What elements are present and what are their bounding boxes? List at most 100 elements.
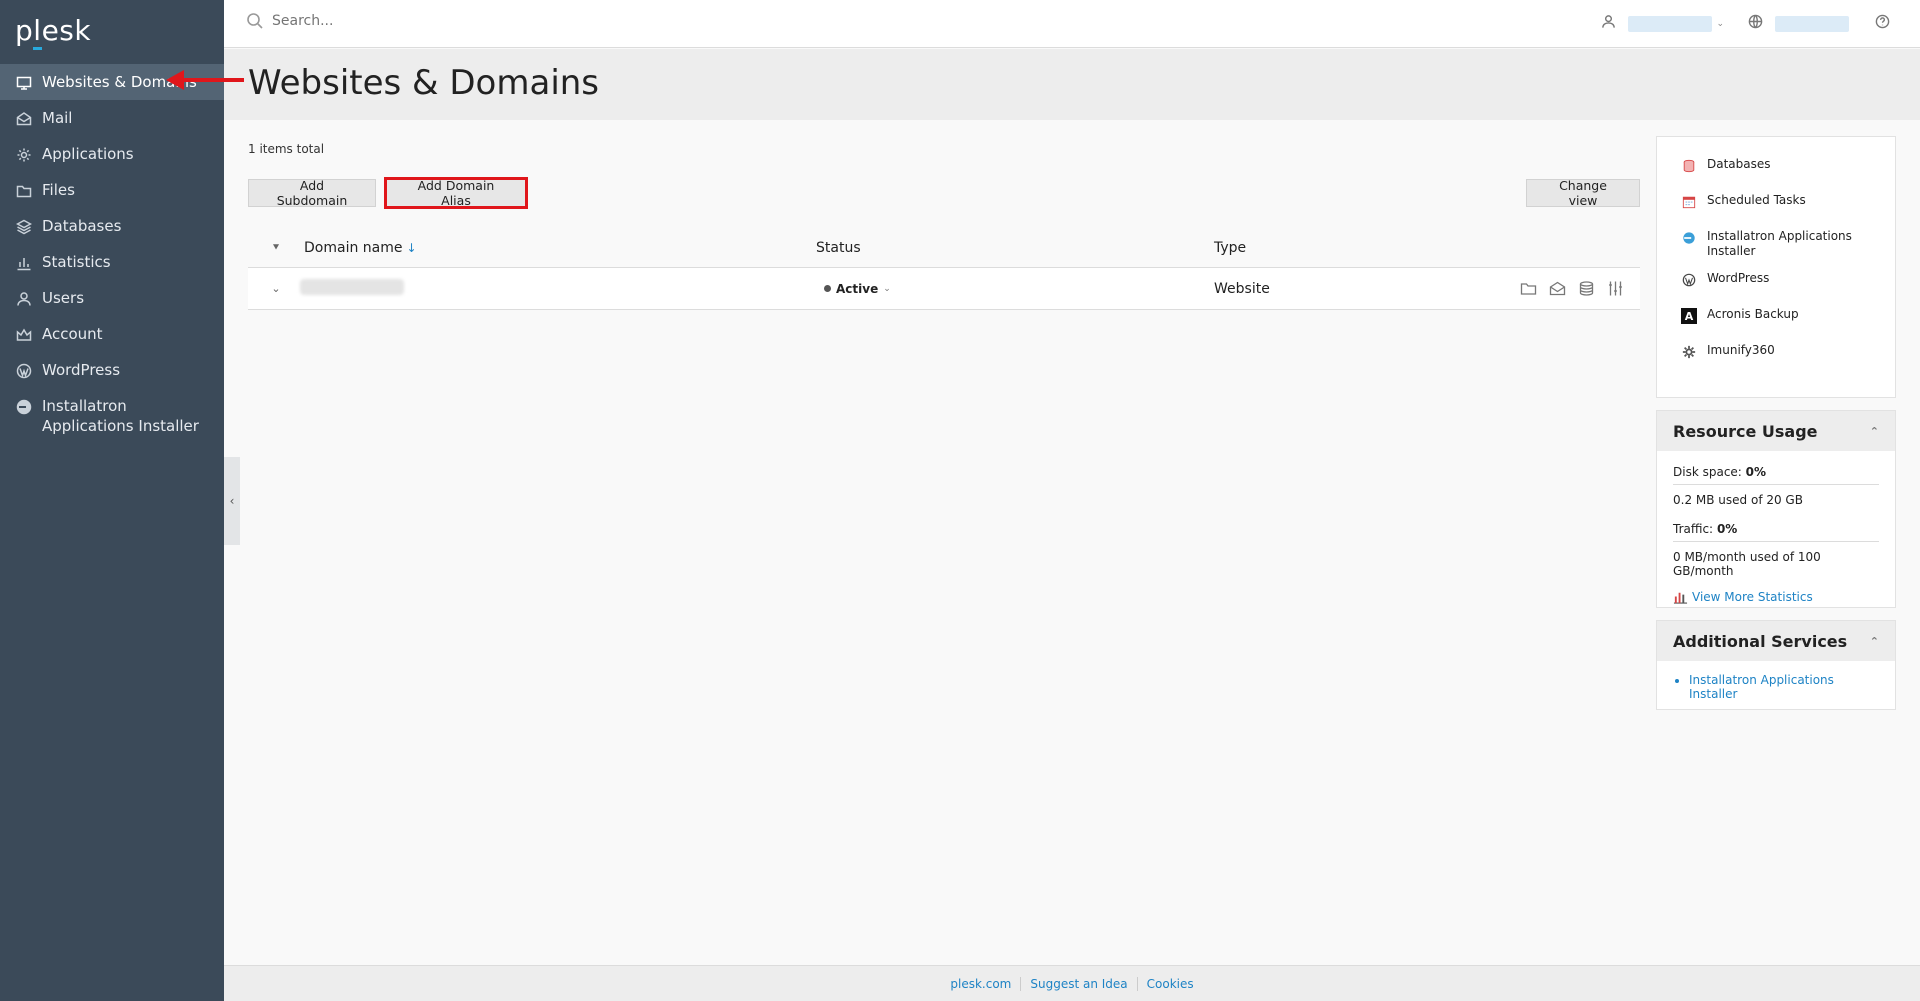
mail-icon <box>15 110 33 128</box>
sort-down-icon: ↓ <box>406 240 417 255</box>
expand-all-icon[interactable]: ⯆ <box>248 241 304 255</box>
sidebar-item-users[interactable]: Users <box>0 280 224 316</box>
chevron-up-icon[interactable]: ⌃ <box>1870 635 1879 648</box>
gear-icon <box>15 146 33 164</box>
topbar-right: ⌄ <box>1601 14 1890 33</box>
tool-label: Installatron Applications Installer <box>1707 229 1852 258</box>
sidebar-collapse-handle[interactable]: ‹ <box>224 457 240 545</box>
plesk-logo[interactable]: plesk <box>0 0 224 64</box>
traffic-value: 0% <box>1716 522 1738 536</box>
search-input[interactable] <box>272 13 572 29</box>
type-cell: Website <box>1214 280 1270 297</box>
database-icon[interactable] <box>1578 280 1595 297</box>
folder-icon[interactable] <box>1520 280 1537 297</box>
sidebar-item-databases[interactable]: Databases <box>0 208 224 244</box>
add-subdomain-button[interactable]: Add Subdomain <box>248 178 376 208</box>
status-label: Active <box>836 281 879 296</box>
disk-space-value: 0% <box>1745 465 1767 479</box>
add-domain-alias-button[interactable]: Add Domain Alias <box>384 177 528 209</box>
tool-databases[interactable]: Databases <box>1657 151 1895 187</box>
change-view-button[interactable]: Change view <box>1526 178 1640 208</box>
domain-name-redacted[interactable] <box>300 278 404 295</box>
sidebar-item-wordpress[interactable]: WordPress <box>0 352 224 388</box>
tool-label: WordPress <box>1707 271 1770 285</box>
traffic-row: Traffic: 0% <box>1673 518 1879 542</box>
panel-header[interactable]: Additional Services ⌃ <box>1657 621 1895 661</box>
resource-usage-panel: Resource Usage ⌃ Disk space: 0% 0.2 MB u… <box>1656 410 1896 608</box>
chevron-up-icon[interactable]: ⌃ <box>1870 425 1879 438</box>
sidebar-item-label: Statistics <box>42 253 111 271</box>
layers-icon <box>15 218 33 236</box>
tools-panel: Databases Scheduled Tasks Installatron A… <box>1656 136 1896 398</box>
sidebar-nav: Websites & Domains Mail Applications Fil… <box>0 64 224 443</box>
domains-table: ⯆ Domain name ↓ Status Type ⌄ Active ⌄ We… <box>248 228 1640 310</box>
wordpress-icon <box>15 362 33 380</box>
footer-link-cookies[interactable]: Cookies <box>1138 977 1203 991</box>
tool-acronis-backup[interactable]: A Acronis Backup <box>1657 301 1895 337</box>
chevron-left-icon: ‹ <box>229 494 235 508</box>
subscription-selector[interactable] <box>1775 15 1849 32</box>
additional-service-link[interactable]: Installatron Applications Installer <box>1689 673 1879 701</box>
sidebar-item-mail[interactable]: Mail <box>0 100 224 136</box>
additional-services-panel: Additional Services ⌃ Installatron Appli… <box>1656 620 1896 710</box>
footer: plesk.com Suggest an Idea Cookies <box>224 965 1920 1001</box>
page-header: Websites & Domains <box>224 49 1920 120</box>
annotation-arrow <box>166 70 244 90</box>
tool-wordpress[interactable]: WordPress <box>1657 265 1895 301</box>
sidebar-item-account[interactable]: Account <box>0 316 224 352</box>
globe-icon <box>1748 14 1763 33</box>
search-box <box>246 12 572 30</box>
topbar: ⌄ <box>224 0 1920 48</box>
view-more-statistics-link[interactable]: View More Statistics <box>1673 589 1879 604</box>
table-header: ⯆ Domain name ↓ Status Type <box>248 228 1640 268</box>
sidebar-item-files[interactable]: Files <box>0 172 224 208</box>
sidebar-item-installatron[interactable]: Installatron Applications Installer <box>0 388 224 443</box>
installatron-icon <box>15 398 33 416</box>
sidebar: plesk Websites & Domains Mail Applicatio… <box>0 0 224 1001</box>
bar-chart-icon <box>1673 592 1688 604</box>
database-icon <box>1681 158 1697 174</box>
resource-usage-body: Disk space: 0% 0.2 MB used of 20 GB Traf… <box>1657 451 1895 604</box>
user-icon <box>1601 14 1616 33</box>
gear-icon <box>1681 344 1697 360</box>
column-header-status[interactable]: Status <box>816 240 1214 256</box>
settings-sliders-icon[interactable] <box>1607 280 1624 297</box>
installatron-icon <box>1681 230 1697 246</box>
footer-link-plesk[interactable]: plesk.com <box>941 977 1020 991</box>
tool-scheduled-tasks[interactable]: Scheduled Tasks <box>1657 187 1895 223</box>
tool-imunify360[interactable]: Imunify360 <box>1657 337 1895 373</box>
mail-icon[interactable] <box>1549 280 1566 297</box>
sidebar-item-label: Installatron Applications Installer <box>42 397 199 435</box>
user-menu[interactable] <box>1628 15 1713 32</box>
traffic-detail: 0 MB/month used of 100 GB/month <box>1673 550 1821 578</box>
panel-header[interactable]: Resource Usage ⌃ <box>1657 411 1895 451</box>
additional-services-list: Installatron Applications Installer <box>1657 661 1895 701</box>
footer-link-suggest-idea[interactable]: Suggest an Idea <box>1021 977 1136 991</box>
tool-installatron[interactable]: Installatron Applications Installer <box>1657 223 1895 265</box>
chevron-down-icon: ⌄ <box>1716 18 1724 29</box>
sidebar-item-label: WordPress <box>42 361 121 379</box>
disk-space-row: Disk space: 0% <box>1673 461 1879 485</box>
panel-title: Resource Usage <box>1673 421 1818 441</box>
column-header-type[interactable]: Type <box>1214 240 1640 256</box>
bar-chart-icon <box>15 254 33 272</box>
crown-icon <box>15 326 33 344</box>
calendar-icon <box>1681 194 1697 210</box>
tool-label: Imunify360 <box>1707 343 1775 357</box>
traffic-label: Traffic: <box>1673 522 1714 536</box>
tool-label: Databases <box>1707 157 1771 171</box>
monitor-icon <box>15 74 33 92</box>
sidebar-item-statistics[interactable]: Statistics <box>0 244 224 280</box>
column-header-domain[interactable]: Domain name ↓ <box>304 240 816 256</box>
sidebar-item-label: Databases <box>42 217 122 235</box>
sidebar-item-websites-domains[interactable]: Websites & Domains <box>0 64 224 100</box>
status-dropdown[interactable]: Active ⌄ <box>816 282 1214 296</box>
sidebar-item-label: Files <box>42 181 75 199</box>
expand-row-icon[interactable]: ⌄ <box>248 282 304 295</box>
column-header-label: Domain name <box>304 239 403 256</box>
domain-name-cell[interactable] <box>300 278 816 299</box>
sidebar-item-label: Users <box>42 289 85 307</box>
sidebar-item-applications[interactable]: Applications <box>0 136 224 172</box>
help-icon[interactable] <box>1875 14 1890 33</box>
sidebar-item-label: Mail <box>42 109 73 127</box>
